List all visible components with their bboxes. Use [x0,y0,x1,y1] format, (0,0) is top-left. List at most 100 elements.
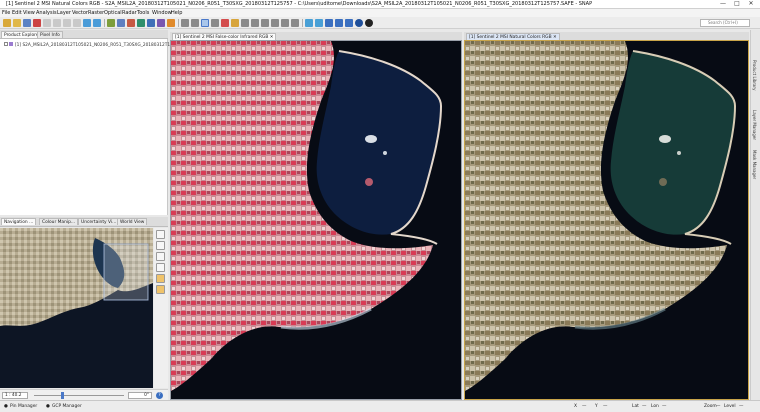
sync-views-icon[interactable] [156,274,165,283]
expand-icon[interactable] [4,42,8,46]
close-button[interactable]: ✕ [744,0,758,8]
menu-vector[interactable]: Vector [72,10,88,16]
search-input[interactable]: Search (Ctrl+I) [700,19,750,27]
mask-manager-tab[interactable]: Mask Manager [752,150,757,179]
navigation-thumbnail[interactable] [0,228,153,388]
tile-windows-icon[interactable] [325,19,333,27]
save-icon[interactable] [23,19,31,27]
menu-edit[interactable]: Edit [12,10,22,16]
draw-line-icon[interactable] [241,19,249,27]
histogram-icon[interactable] [117,19,125,27]
product-tree-item[interactable]: [1] S2A_MSIL2A_20180312T105021_N0206_R05… [4,42,181,48]
undo-icon[interactable] [83,19,91,27]
tile-vertical-icon[interactable] [345,19,353,27]
zoom-slider-knob[interactable] [61,392,64,399]
menu-analysis[interactable]: Analysis [36,10,57,16]
zoom-pixel-icon[interactable] [156,252,165,261]
world-map-icon[interactable] [365,19,373,27]
zoom-in-icon[interactable] [156,230,165,239]
menu-layer[interactable]: Layer [57,10,71,16]
range-finder-icon[interactable] [191,19,199,27]
scatter-plot-icon[interactable] [127,19,135,27]
menu-help[interactable]: Help [171,10,182,16]
synchronise-views-icon[interactable] [305,19,313,27]
menu-bar: File Edit View Analysis Layer Vector Ras… [0,9,760,17]
gcp-manager-icon[interactable]: ● [46,404,50,409]
tab-navigation[interactable]: Navigation ... [1,218,37,225]
maximize-button[interactable]: □ [730,0,744,8]
magic-wand-icon[interactable] [291,19,299,27]
menu-optical[interactable]: Optical [104,10,122,16]
zoom-slider[interactable] [34,395,124,396]
layer-manager-tab[interactable]: Layer Manager [752,110,757,140]
rotation-field[interactable]: 0° [128,392,152,399]
menu-window[interactable]: Window [152,10,172,16]
tile-horizontal-icon[interactable] [335,19,343,27]
statistics-icon[interactable] [167,19,175,27]
tab-pixel-info[interactable]: Pixel Info [37,31,63,38]
gcp-tool-icon[interactable] [231,19,239,27]
band-maths-icon[interactable] [107,19,115,27]
open-product-icon[interactable] [3,19,11,27]
toolbar-separator [302,19,303,27]
zoom-all-icon[interactable] [156,263,165,272]
pin-tool-icon[interactable] [221,19,229,27]
profile-plot-icon[interactable] [137,19,145,27]
draw-ellipse-icon[interactable] [281,19,289,27]
level-value: — [739,404,744,409]
spectrum-icon[interactable] [147,19,155,27]
navigation-tab-strip: Navigation ... Colour Manip... Uncertain… [0,217,168,227]
menu-tools[interactable]: Tools [137,10,149,16]
menu-radar[interactable]: Radar [122,10,137,16]
close-product-icon[interactable] [33,19,41,27]
toolbar-separator [178,19,179,27]
copy-icon[interactable] [53,19,61,27]
select-tool-icon[interactable] [181,19,189,27]
toolbar-separator [104,19,105,27]
x-label: X [574,404,578,409]
product-icon [9,42,13,46]
delete-icon[interactable] [73,19,81,27]
navigation-thumbnail-image [0,228,153,326]
help-button[interactable]: ? [156,392,163,399]
world-wind-icon[interactable] [355,19,363,27]
menu-view[interactable]: View [23,10,35,16]
view2-tab-strip: [1] Sentinel 2 MSI Natural Colors RGB ✕ [464,32,749,40]
minimize-button[interactable]: — [716,0,730,8]
zoom-label: Zoom [704,404,717,409]
paste-icon[interactable] [63,19,71,27]
product-explorer-panel: [1] S2A_MSIL2A_20180312T105021_N0206_R05… [0,39,181,215]
menu-file[interactable]: File [2,10,10,16]
navigation-tools [154,228,168,388]
lat-label: Lat [632,404,639,409]
natural-color-image-view[interactable] [464,40,749,400]
menu-raster[interactable]: Raster [88,10,104,16]
zoom-out-icon[interactable] [156,241,165,250]
tab-colour-manipulation[interactable]: Colour Manip... [39,218,79,225]
false-color-image-view[interactable] [170,40,462,400]
tab-false-color-view[interactable]: [1] Sentinel 2 MSI False-color Infrared … [172,33,277,40]
tab-natural-color-view[interactable]: [1] Sentinel 2 MSI Natural Colors RGB ✕ [466,33,560,40]
information-icon[interactable] [157,19,165,27]
product-library-tab[interactable]: Product Library [752,60,757,90]
pin-manager-icon[interactable]: ● [4,404,8,409]
synchronise-cursor-icon[interactable] [315,19,323,27]
zoom-tool-icon[interactable] [211,19,219,27]
sync-cursor-icon[interactable] [156,285,165,294]
redo-icon[interactable] [93,19,101,27]
lon-value: — [662,404,667,409]
draw-polygon-icon[interactable] [271,19,279,27]
pan-tool-icon[interactable] [201,19,209,27]
draw-rectangle-icon[interactable] [261,19,269,27]
open-folder-icon[interactable] [13,19,21,27]
tab-uncertainty-visualisation[interactable]: Uncertainty Vi... [78,218,120,225]
zoom-factor-field[interactable]: 1 : 40.2 [2,392,28,399]
pin-manager-button[interactable]: Pin Manager [10,404,37,409]
tab-world-view[interactable]: World View [117,218,148,225]
draw-polyline-icon[interactable] [251,19,259,27]
cut-icon[interactable] [43,19,51,27]
status-bar: ● Pin Manager ● GCP Manager X — Y — Lat … [0,400,760,412]
lon-label: Lon [651,404,659,409]
gcp-manager-button[interactable]: GCP Manager [52,404,82,409]
window-title: [1] Sentinel 2 MSI Natural Colors RGB - … [6,1,593,7]
